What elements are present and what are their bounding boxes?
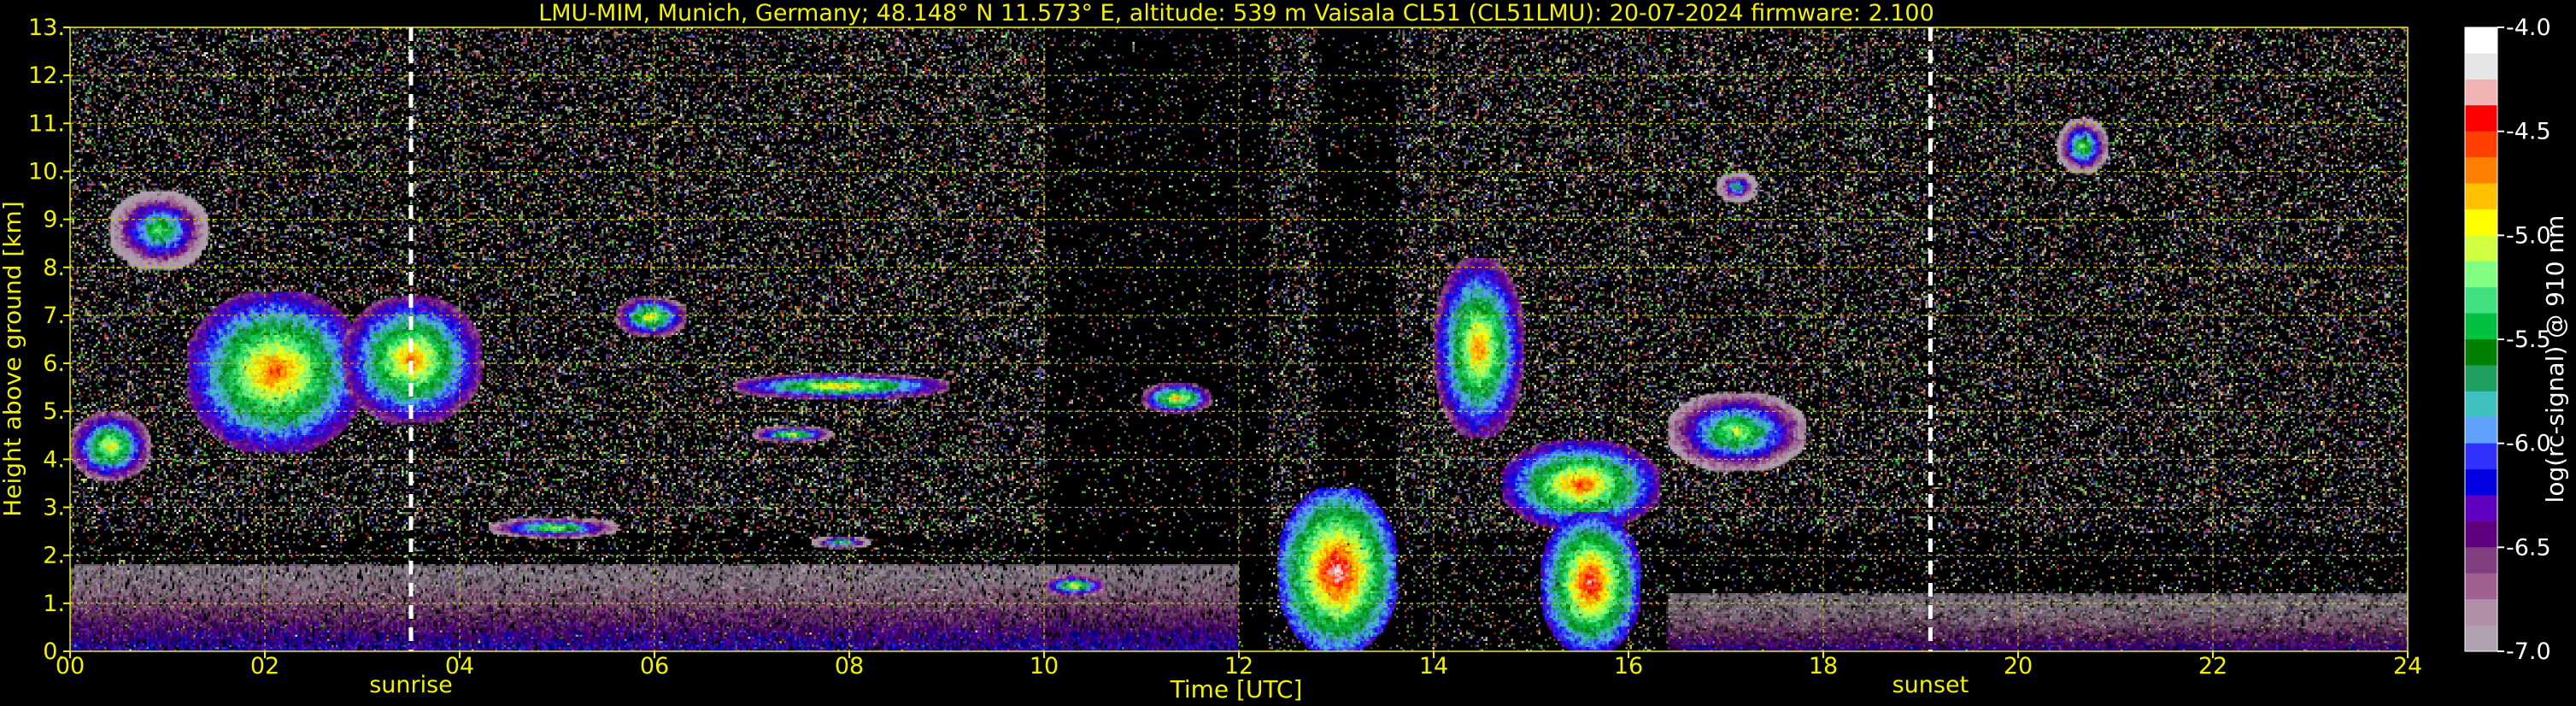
colorbar-tick-label: -6.5 xyxy=(2506,534,2551,561)
colorbar-segment xyxy=(2465,599,2497,627)
colorbar-segment xyxy=(2465,235,2497,262)
colorbar-segment xyxy=(2465,391,2497,418)
y-tick-label: 3. xyxy=(43,495,65,521)
chart-title: LMU-MIM, Munich, Germany; 48.148° N 11.5… xyxy=(538,0,1934,26)
y-tick-label: 12. xyxy=(28,62,65,89)
x-tick-label: 16 xyxy=(1614,653,1643,680)
y-tick-label: 10. xyxy=(28,158,65,185)
colorbar-segment xyxy=(2465,287,2497,315)
y-tick-label: 6. xyxy=(43,350,65,377)
colorbar-segment xyxy=(2465,521,2497,548)
colorbar-segment xyxy=(2465,417,2497,444)
marker-label-sunset: sunset xyxy=(1892,672,1969,698)
colorbar-tick-label: -7.0 xyxy=(2506,638,2551,665)
colorbar-segment xyxy=(2465,261,2497,288)
y-tick-label: 7. xyxy=(43,303,65,329)
colorbar-segment xyxy=(2465,183,2497,210)
y-tick-label: 11. xyxy=(28,110,65,137)
y-axis-label: Height above ground [km] xyxy=(0,201,26,517)
x-tick-label: 12 xyxy=(1224,653,1253,680)
colorbar-segment xyxy=(2465,313,2497,340)
x-tick-label: 24 xyxy=(2393,653,2422,680)
colorbar-segment xyxy=(2465,131,2497,158)
marker-label-sunrise: sunrise xyxy=(369,672,453,698)
x-tick-label: 02 xyxy=(250,653,279,680)
colorbar-segment xyxy=(2465,547,2497,574)
colorbar-segment xyxy=(2465,443,2497,470)
y-tick-label: 13. xyxy=(28,15,65,41)
colorbar-label: log(rc-signal) @ 910 nm xyxy=(2541,215,2569,503)
x-tick-label: 18 xyxy=(1809,653,1838,680)
y-tick-label: 4. xyxy=(43,446,65,473)
x-tick-label: 20 xyxy=(2004,653,2033,680)
colorbar-segment xyxy=(2465,339,2497,366)
y-tick-label: 5. xyxy=(43,398,65,425)
y-tick-label: 2. xyxy=(43,543,65,569)
y-tick-label: 9. xyxy=(43,207,65,233)
colorbar-segment xyxy=(2465,365,2497,392)
colorbar-tick-label: -4.5 xyxy=(2506,119,2551,145)
colorbar-tick-label: -4.0 xyxy=(2506,15,2551,41)
colorbar-segment xyxy=(2465,573,2497,600)
x-tick-label: 14 xyxy=(1419,653,1448,680)
lidar-chart: LMU-MIM, Munich, Germany; 48.148° N 11.5… xyxy=(0,0,2576,706)
colorbar-segment xyxy=(2465,79,2497,106)
x-tick-label: 10 xyxy=(1030,653,1059,680)
x-tick-label: 08 xyxy=(835,653,864,680)
colorbar-segment xyxy=(2465,625,2497,652)
y-tick-label: 0. xyxy=(43,638,65,665)
colorbar-segment xyxy=(2465,27,2497,54)
plot-area xyxy=(70,27,2408,651)
x-tick-label: 22 xyxy=(2198,653,2227,680)
colorbar-segment xyxy=(2465,157,2497,184)
y-tick-label: 1. xyxy=(43,591,65,617)
colorbar-segment xyxy=(2465,53,2497,80)
colorbar-segment xyxy=(2465,469,2497,496)
colorbar-segment xyxy=(2465,495,2497,522)
y-tick-label: 8. xyxy=(43,255,65,281)
backscatter-heatmap xyxy=(70,27,2408,651)
colorbar-segment xyxy=(2465,105,2497,132)
x-tick-label: 06 xyxy=(640,653,669,680)
colorbar-segment xyxy=(2465,209,2497,236)
